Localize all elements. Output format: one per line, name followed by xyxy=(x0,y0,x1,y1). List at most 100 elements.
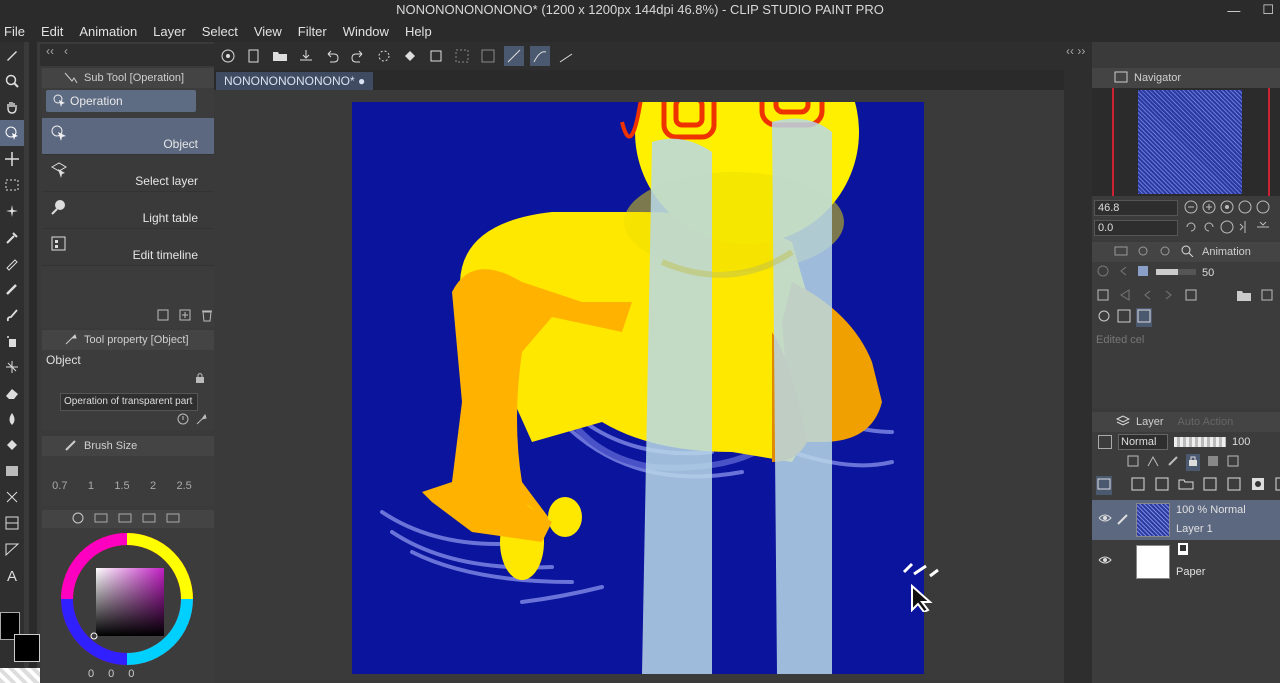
sub-tool-group-tab[interactable]: Operation xyxy=(46,90,196,112)
lock-transparent-icon[interactable] xyxy=(1206,454,1220,471)
pencil-icon[interactable] xyxy=(0,276,24,302)
tool-strip-scrollbar[interactable] xyxy=(29,42,37,683)
menu-file[interactable]: File xyxy=(0,24,36,39)
eyedropper-icon[interactable] xyxy=(0,224,24,250)
approximate-color-tab-icon[interactable] xyxy=(166,512,180,526)
move-layer-icon[interactable] xyxy=(0,146,24,172)
combine-down-icon[interactable] xyxy=(1226,476,1242,495)
airbrush-icon[interactable] xyxy=(0,328,24,354)
sub-tool-object[interactable]: Object xyxy=(42,118,214,155)
color-slider-tab-icon[interactable] xyxy=(94,512,108,526)
frame-border-icon[interactable] xyxy=(0,510,24,536)
auto-action-tab[interactable]: Auto Action xyxy=(1178,416,1234,428)
eraser-icon[interactable] xyxy=(0,380,24,406)
fill-icon[interactable] xyxy=(0,432,24,458)
light-table-toggle-icon[interactable] xyxy=(1136,264,1150,281)
sub-tool-edit-timeline[interactable]: Edit timeline xyxy=(42,229,214,266)
menu-select[interactable]: Select xyxy=(197,24,249,39)
flip-horizontal-icon[interactable] xyxy=(1238,220,1252,237)
intermediate-color-tab-icon[interactable] xyxy=(142,512,156,526)
first-cel-icon[interactable] xyxy=(1118,288,1132,305)
canvas-artwork[interactable] xyxy=(352,102,924,674)
loading-icon[interactable] xyxy=(374,46,394,66)
gradient-icon[interactable] xyxy=(0,458,24,484)
snap-to-ruler-icon[interactable] xyxy=(504,46,524,66)
new-folder-icon[interactable] xyxy=(1178,476,1194,495)
zoom-out-icon[interactable] xyxy=(1184,200,1198,217)
add-sub-tool-icon[interactable] xyxy=(178,308,192,325)
save-icon[interactable] xyxy=(296,46,316,66)
menu-edit[interactable]: Edit xyxy=(36,24,74,39)
rotate-left-icon[interactable] xyxy=(1184,220,1198,237)
menu-layer[interactable]: Layer xyxy=(148,24,197,39)
layer-panel-toggle-icon[interactable] xyxy=(1096,476,1112,495)
brush-size-preset[interactable]: 2.5 xyxy=(176,480,191,492)
create-mask-icon[interactable] xyxy=(1250,476,1266,495)
sub-tool-light-table[interactable]: Light table xyxy=(42,192,214,229)
visibility-eye-icon[interactable] xyxy=(1098,512,1112,526)
brush-icon[interactable] xyxy=(0,302,24,328)
zoom-tool-icon[interactable] xyxy=(0,68,24,94)
minimize-button[interactable]: — xyxy=(1227,3,1240,18)
fill-bucket-icon[interactable] xyxy=(400,46,420,66)
transparent-part-dropdown[interactable]: Operation of transparent part xyxy=(60,393,198,411)
invert-selection-icon[interactable] xyxy=(478,46,498,66)
transfer-down-icon[interactable] xyxy=(1202,476,1218,495)
edit-cel-3-icon[interactable] xyxy=(1136,308,1152,327)
pen-icon[interactable] xyxy=(0,250,24,276)
color-set-tab-icon[interactable] xyxy=(118,512,132,526)
flip-vertical-icon[interactable] xyxy=(1256,220,1270,237)
new-raster-layer-icon[interactable] xyxy=(1130,476,1146,495)
reference-layer-icon[interactable] xyxy=(1146,454,1160,471)
opacity-slider-bar[interactable] xyxy=(1174,437,1226,447)
fit-navigator-icon[interactable] xyxy=(1256,200,1270,217)
zoom-in-icon[interactable] xyxy=(1202,200,1216,217)
copy-sub-tool-icon[interactable] xyxy=(156,308,170,325)
brush-size-preset[interactable]: 1 xyxy=(88,480,94,492)
open-folder-cel-icon[interactable] xyxy=(1236,288,1252,305)
lock-icon[interactable] xyxy=(194,372,206,387)
brush-size-preset[interactable]: 2 xyxy=(150,480,156,492)
mask-icon[interactable] xyxy=(1226,454,1240,471)
prev-cel-icon[interactable] xyxy=(1140,288,1154,305)
previous-cel-icon[interactable] xyxy=(1116,264,1130,281)
apply-mask-icon[interactable] xyxy=(1274,476,1280,495)
figure-icon[interactable] xyxy=(0,484,24,510)
menu-window[interactable]: Window xyxy=(338,24,400,39)
selection-tool-icon[interactable] xyxy=(0,172,24,198)
actual-size-icon[interactable] xyxy=(1220,200,1234,217)
pen-tool-icon[interactable] xyxy=(0,42,24,68)
item-bank-tab-icon[interactable] xyxy=(1158,245,1172,260)
menu-help[interactable]: Help xyxy=(400,24,443,39)
fit-screen-icon[interactable] xyxy=(1238,200,1252,217)
zoom-field[interactable]: 46.8 xyxy=(1094,200,1178,216)
delete-sub-tool-icon[interactable] xyxy=(200,308,214,325)
new-vector-layer-icon[interactable] xyxy=(1154,476,1170,495)
operation-tool-icon[interactable] xyxy=(0,120,24,146)
dock-arrows[interactable]: ‹‹ ›› xyxy=(1066,44,1085,58)
document-tab[interactable]: NONONONONONONO* ● xyxy=(216,72,374,90)
color-wheel[interactable] xyxy=(60,532,194,666)
text-tool-icon[interactable]: A xyxy=(0,562,24,588)
reset-rotation-icon[interactable] xyxy=(1220,220,1234,237)
menu-animation[interactable]: Animation xyxy=(74,24,148,39)
snap-to-special-ruler-icon[interactable] xyxy=(530,46,550,66)
rotate-right-icon[interactable] xyxy=(1202,220,1216,237)
hand-tool-icon[interactable] xyxy=(0,94,24,120)
open-folder-icon[interactable] xyxy=(270,46,290,66)
new-file-icon[interactable] xyxy=(244,46,264,66)
clip-studio-icon[interactable] xyxy=(218,46,238,66)
transform-icon[interactable] xyxy=(426,46,446,66)
blend-mode-dropdown[interactable]: Normal xyxy=(1118,434,1168,450)
brush-size-preset[interactable]: 0.7 xyxy=(52,480,67,492)
edit-cel-2-icon[interactable] xyxy=(1116,308,1132,327)
blend-icon[interactable] xyxy=(0,406,24,432)
transparent-color-icon[interactable] xyxy=(0,668,40,683)
layer-color-box[interactable] xyxy=(1098,435,1112,449)
layer-row-layer1[interactable]: 100 % Normal Layer 1 xyxy=(1092,500,1280,540)
copy-cel-icon[interactable] xyxy=(1184,288,1198,305)
maximize-button[interactable]: ☐ xyxy=(1262,2,1274,18)
auto-select-icon[interactable] xyxy=(0,198,24,224)
color-history-tab-icon[interactable] xyxy=(1114,245,1128,260)
ruler-icon[interactable] xyxy=(0,536,24,562)
